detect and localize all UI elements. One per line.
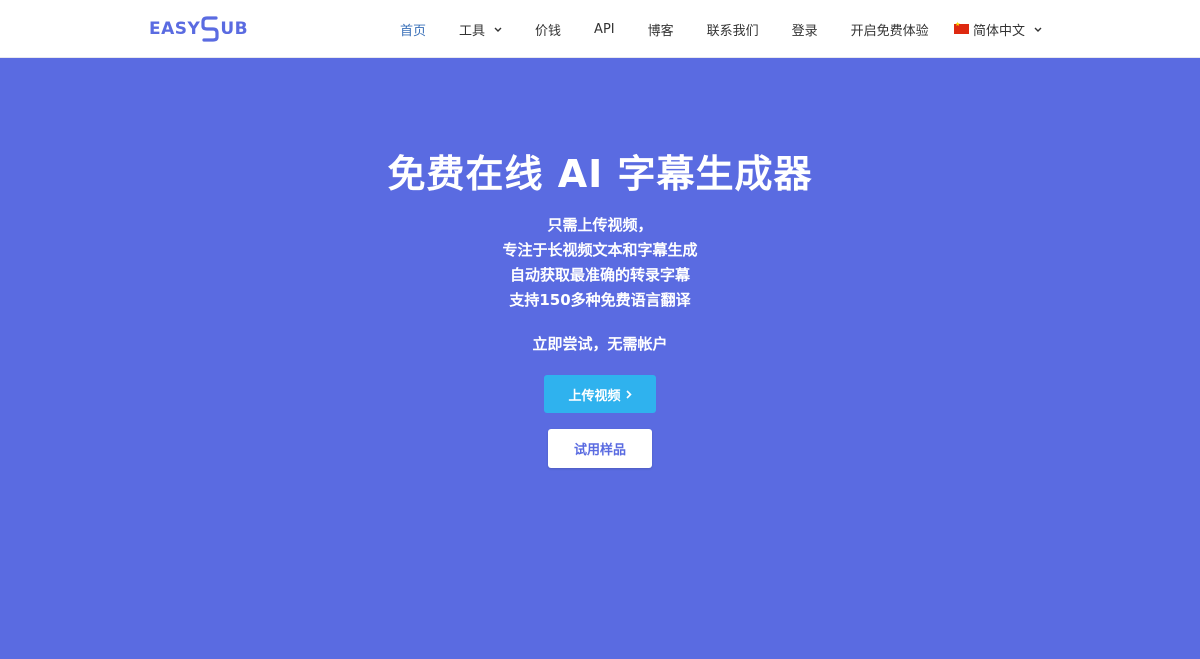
description-line: 支持150多种免费语言翻译	[509, 291, 691, 309]
chevron-down-icon	[494, 22, 502, 37]
description-line: 专注于长视频文本和字幕生成	[502, 241, 698, 259]
nav-item-tools[interactable]: 工具	[459, 20, 502, 39]
language-selector[interactable]: 简体中文	[954, 0, 1042, 58]
chevron-down-icon	[1034, 22, 1042, 37]
nav-item-login[interactable]: 登录	[792, 20, 818, 39]
description-line: 只需上传视频，	[547, 216, 653, 234]
nav-item-api[interactable]: API	[594, 22, 615, 37]
upload-video-button[interactable]: 上传视频	[544, 375, 656, 413]
main-nav: 首页 工具 价钱 API 博客 联系我们 登录 开启免费体验	[400, 0, 962, 58]
try-sample-button[interactable]: 试用样品	[548, 429, 652, 468]
upload-button-label: 上传视频	[568, 387, 621, 403]
nav-item-contact[interactable]: 联系我们	[707, 20, 759, 39]
logo-text-left: EASY	[149, 19, 201, 39]
logo-s-icon	[201, 15, 219, 43]
nav-item-pricing[interactable]: 价钱	[535, 20, 561, 39]
logo-text-right: UB	[220, 19, 249, 39]
cta-text: 立即尝试，无需帐户	[532, 335, 668, 353]
nav-item-home[interactable]: 首页	[400, 20, 426, 39]
nav-item-blog[interactable]: 博客	[648, 20, 674, 39]
description-line: 自动获取最准确的转录字幕	[509, 266, 690, 284]
nav-item-free-trial[interactable]: 开启免费体验	[851, 20, 929, 39]
hero-section: 免费在线 AI 字幕生成器 只需上传视频， 专注于长视频文本和字幕生成 自动获取…	[0, 58, 1200, 659]
easysub-logo[interactable]: EASY UB	[149, 12, 248, 46]
page-title: 免费在线 AI 字幕生成器	[387, 152, 813, 196]
language-label: 简体中文	[973, 23, 1026, 39]
site-header: EASY UB 首页 工具 价钱 API 博客 联系我们 登录 开启免费体验 ★…	[0, 0, 1200, 58]
china-flag-icon	[954, 21, 969, 34]
sample-button-label: 试用样品	[573, 442, 626, 457]
hero-description: 只需上传视频， 专注于长视频文本和字幕生成 自动获取最准确的转录字幕 支持150…	[0, 213, 1200, 313]
chevron-right-icon	[625, 387, 632, 402]
